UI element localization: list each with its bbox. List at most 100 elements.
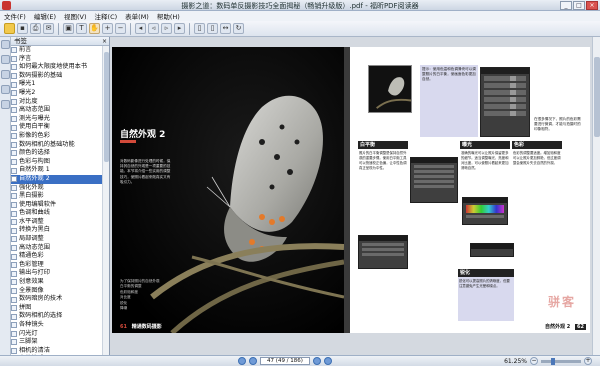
bookmark-item[interactable]: 数码暗房的技术 [11,295,102,304]
print-icon[interactable]: ⎙ [30,23,41,34]
bookmark-item[interactable]: 影像的色彩 [11,132,102,141]
select-text-icon[interactable]: T [76,23,87,34]
bookmark-label: 各种镜头 [19,321,44,328]
page-number: 61 [120,324,127,330]
prev-page-icon[interactable]: ◃ [148,23,159,34]
bookmark-item[interactable]: 前言 [11,46,102,55]
page-number-field[interactable]: 47 (49 / 186) [260,357,310,365]
bookmark-page-icon [11,270,17,277]
bookmark-item[interactable]: 局部调整 [11,235,102,244]
zoom-in-icon[interactable]: + [102,23,113,34]
zoom-out-icon[interactable]: − [115,23,126,34]
bookmark-label: 序言 [19,54,32,62]
prev-page-button[interactable] [249,357,257,365]
menu-comment[interactable]: 注释(C) [95,11,118,21]
minimize-button[interactable]: _ [560,1,572,10]
close-button[interactable]: × [586,1,598,10]
bookmark-item[interactable]: 色调和曲线 [11,209,102,218]
bookmark-tab-icon[interactable] [1,40,10,49]
panel-slider [466,215,504,218]
fit-width-icon[interactable]: ↔ [220,23,231,34]
viewer-scroll-thumb[interactable] [594,57,600,137]
panel-slider [362,248,404,251]
bookmark-item[interactable]: 黑白摄影 [11,192,102,201]
bookmark-item[interactable]: 闪光灯 [11,330,102,339]
bookmark-item[interactable]: 转换为黑白 [11,226,102,235]
bookmark-item[interactable]: 自然外观 2 [11,174,102,184]
bookmark-label: 输出与打印 [19,269,50,277]
bookmark-item[interactable]: 序言 [11,55,102,64]
bookmark-item[interactable]: 自然外观 1 [11,166,102,175]
menu-form[interactable]: 表单(M) [125,11,149,21]
last-page-icon[interactable]: ▸ [174,23,185,34]
snapshot-icon[interactable]: ▣ [63,23,74,34]
open-file-icon[interactable] [4,23,15,34]
zoom-out-button[interactable]: − [530,357,538,365]
bookmark-item[interactable]: 三脚架 [11,338,102,347]
single-page-icon[interactable]: ▯ [194,23,205,34]
thumbnail-tab-icon[interactable] [1,55,10,64]
menu-view[interactable]: 视图(V) [64,11,87,21]
bookmark-item[interactable]: 颜色的选择 [11,149,102,158]
bookmark-item[interactable]: 强化外观 [11,184,102,193]
bookmark-item[interactable]: 相机的清洁 [11,347,102,355]
bookmark-item[interactable]: 各种镜头 [11,321,102,330]
comments-tab-icon[interactable] [1,100,10,109]
bookmark-item[interactable]: 高动态范围 [11,106,102,115]
bookmark-page-icon [11,210,17,217]
next-page-button[interactable] [313,357,321,365]
first-page-button[interactable] [238,357,246,365]
bookmark-page-icon [11,73,17,80]
sidebar-scrollbar[interactable] [102,46,109,355]
notes-text: 提示：使用色温和色调滑块可以调整照片的白平衡，使画面色彩更加自然。 [422,67,476,82]
bookmarks-sidebar: 书签 × 前言 序言 如何最大限度地使用本书 数码摄影的基础 曝光1 曝光2 对比度 高动态范… [0,37,110,355]
sidebar-tabs [0,37,11,355]
next-page-icon[interactable]: ▹ [161,23,172,34]
rotate-icon[interactable]: ↻ [233,23,244,34]
menu-help[interactable]: 帮助(H) [157,11,180,21]
bookmark-label: 前言 [19,46,32,53]
bookmark-item[interactable]: 曝光1 [11,80,102,89]
bookmark-item[interactable]: 精通色彩 [11,252,102,261]
menu-edit[interactable]: 编辑(E) [34,11,56,21]
email-icon[interactable]: ✉ [43,23,54,34]
panel-slider [362,253,404,256]
first-page-icon[interactable]: ◂ [135,23,146,34]
panel-header [411,158,457,163]
sidebar-scroll-thumb[interactable] [104,52,109,162]
bookmark-item[interactable]: 数码相机的基础功能 [11,141,102,150]
window-controls: _ □ × [560,1,598,10]
hand-tool-icon[interactable]: ✋ [89,23,100,34]
bookmark-item[interactable]: 使用编辑软件 [11,201,102,210]
menu-file[interactable]: 文件(F) [4,11,26,21]
bookmark-label: 曝光2 [19,88,36,96]
bookmark-item[interactable]: 创意效果 [11,278,102,287]
close-sidebar-icon[interactable]: × [102,37,107,46]
zoom-in-button[interactable]: + [584,357,592,365]
toolbar-separator [189,22,190,35]
document-viewer[interactable]: 自然外观 2 对数码影像进行处理的时候，保持其自然的外观是一项重要的技能。本节将… [110,37,600,355]
bookmark-item[interactable]: 曝光2 [11,89,102,98]
bookmark-item[interactable]: 使用白平衡 [11,123,102,132]
bookmark-item[interactable]: 全景图像 [11,287,102,296]
attachments-tab-icon[interactable] [1,85,10,94]
bookmark-item[interactable]: 对比度 [11,98,102,107]
two-page-icon[interactable]: ▯ [207,23,218,34]
save-icon[interactable]: ▪ [17,23,28,34]
column-white-balance: 白平衡 照片的白平衡调整是保持自然外观的重要步骤。使用白平衡工具可以快速校正色偏… [358,141,408,173]
last-page-button[interactable] [324,357,332,365]
bookmark-item[interactable]: 高动态范围 [11,244,102,253]
zoom-slider[interactable] [541,357,581,365]
bookmark-item[interactable]: 数码相机的选择 [11,312,102,321]
bookmark-label: 闪光灯 [19,329,38,337]
bookmark-item[interactable]: 输出与打印 [11,269,102,278]
tool-palette-screenshot [470,243,514,257]
section-title: 自然外观 2 [120,130,166,140]
bookmark-item[interactable]: 如何最大限度地使用本书 [11,63,102,72]
layers-tab-icon[interactable] [1,70,10,79]
bookmark-page-icon [11,81,17,88]
bookmark-page-icon [11,159,17,166]
maximize-button[interactable]: □ [573,1,585,10]
bookmark-page-icon [11,253,17,260]
viewer-scrollbar[interactable] [592,37,600,355]
